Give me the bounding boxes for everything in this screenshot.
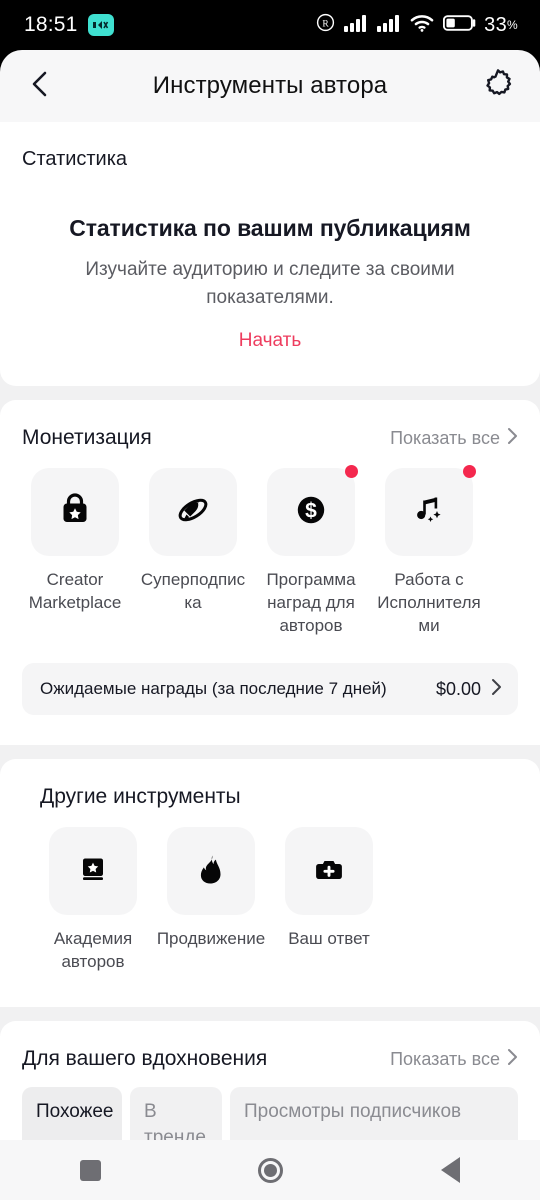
page-title: Инструменты автора: [152, 72, 388, 99]
inspiration-section: Для вашего вдохновения Показать все Похо…: [0, 1021, 540, 1140]
other-tools-item-label: Продвижение: [156, 929, 266, 948]
expected-rewards-label: Ожидаемые награды (за последние 7 дней): [40, 679, 387, 698]
mute-badge-icon: [87, 14, 114, 36]
camera-plus-icon: [308, 848, 350, 895]
phone-screen: 18:51 R 33% Инструменты автора Статистик…: [0, 0, 540, 1200]
other-tools-section: Другие инструменты Академия авторов Прод…: [0, 759, 540, 1007]
statistics-label: Статистика: [22, 148, 128, 170]
triangle-left-icon: [440, 1157, 460, 1183]
gear-icon: [481, 67, 515, 106]
monetization-show-all-button[interactable]: Показать все: [390, 427, 518, 450]
inspiration-show-all-label: Показать все: [390, 1048, 500, 1069]
square-icon: [79, 1159, 101, 1181]
chevron-right-icon: [507, 427, 518, 450]
monetization-show-all-label: Показать все: [390, 427, 500, 448]
app-header: Инструменты автора: [0, 50, 540, 122]
home-button[interactable]: [225, 1140, 315, 1200]
page-content: Статистика Статистика по вашим публикаци…: [0, 122, 540, 1140]
rewards-wrap: Ожидаемые награды (за последние 7 дней) …: [0, 637, 540, 745]
other-tools-item-promotion[interactable]: Продвижение: [152, 827, 270, 973]
chevron-right-icon: [491, 678, 502, 701]
section-divider: [0, 745, 540, 759]
other-tools-header: Другие инструменты: [0, 759, 540, 809]
monetization-item-label: Программа наград для авторов: [266, 570, 356, 635]
tile: [285, 827, 373, 915]
inspiration-show-all-button[interactable]: Показать все: [390, 1048, 518, 1071]
monetization-item-rewards-program[interactable]: $ Программа наград для авторов: [252, 465, 370, 637]
status-bar-left: 18:51: [24, 13, 114, 37]
section-divider: [0, 386, 540, 400]
expected-rewards-row[interactable]: Ожидаемые награды (за последние 7 дней) …: [22, 663, 518, 715]
circle-icon: [257, 1157, 283, 1183]
shopping-bag-star-icon: [54, 489, 96, 536]
dollar-coin-icon: $: [290, 489, 332, 536]
notification-dot: [345, 465, 358, 478]
android-nav-bar: [0, 1140, 540, 1200]
start-statistics-link[interactable]: Начать: [239, 330, 302, 352]
monetization-item-label: Работа с Исполнителями: [377, 570, 481, 635]
other-tools-item-your-answer[interactable]: Ваш ответ: [270, 827, 388, 973]
other-tools-item-label: Ваш ответ: [288, 929, 370, 948]
back-nav-button[interactable]: [405, 1140, 495, 1200]
signal-bars-icon: [344, 14, 368, 37]
status-time: 18:51: [24, 13, 78, 36]
tile: [49, 827, 137, 915]
other-tools-item-label: Академия авторов: [53, 929, 133, 971]
monetization-item-label: Суперподписка: [140, 570, 246, 612]
signal-bars-icon: [377, 14, 401, 37]
tile: [167, 827, 255, 915]
chevron-right-icon: [507, 1048, 518, 1071]
statistics-section: Статистика Статистика по вашим публикаци…: [0, 122, 540, 386]
svg-text:$: $: [305, 499, 317, 522]
svg-text:R: R: [322, 19, 329, 29]
status-bar-right: R 33%: [316, 13, 518, 37]
inspiration-chip-trending[interactable]: В тренде: [130, 1087, 222, 1140]
inspiration-chip-similar[interactable]: Похожее: [22, 1087, 122, 1140]
expected-rewards-value: $0.00: [435, 678, 481, 699]
inspiration-chip-follower-views[interactable]: Просмотры подписчиков: [230, 1087, 518, 1140]
statistics-heading: Статистика по вашим публикациям: [69, 215, 471, 241]
tile: $: [267, 465, 358, 556]
monetization-title: Монетизация: [22, 426, 152, 449]
monetization-section: Монетизация Показать все Creator Marketp…: [0, 400, 540, 745]
monetization-item-label: Creator Marketplace: [28, 570, 122, 612]
monetization-item-work-with-artists[interactable]: Работа с Исполнителями: [370, 465, 488, 637]
tile: [149, 468, 237, 556]
statistics-empty-state: Статистика по вашим публикациям Изучайте…: [0, 171, 540, 386]
flame-icon: [190, 848, 232, 895]
tile: [385, 465, 476, 556]
section-divider: [0, 1007, 540, 1021]
registered-mark-icon: R: [316, 13, 335, 37]
inspiration-chip-row: Похожее В тренде Просмотры подписчиков: [0, 1071, 540, 1140]
other-tools-item-creator-academy[interactable]: Академия авторов: [34, 827, 152, 973]
chevron-left-icon: [28, 69, 52, 104]
tile: [31, 468, 119, 556]
other-tools-title: Другие инструменты: [40, 785, 241, 808]
inspiration-title: Для вашего вдохновения: [22, 1047, 268, 1070]
monetization-header: Монетизация Показать все: [0, 400, 540, 450]
statistics-description: Изучайте аудиторию и следите за своими п…: [85, 259, 455, 308]
expected-rewards-right: $0.00: [436, 678, 502, 701]
wifi-icon: [410, 14, 434, 37]
battery-percent: 33%: [484, 13, 518, 36]
book-star-icon: [72, 848, 114, 895]
recents-button[interactable]: [45, 1140, 135, 1200]
status-bar: 18:51 R 33%: [0, 0, 540, 50]
music-note-sparkle-icon: [408, 489, 450, 536]
inspiration-header: Для вашего вдохновения Показать все: [0, 1021, 540, 1071]
battery-icon: [443, 14, 477, 37]
back-button[interactable]: [8, 50, 72, 122]
monetization-item-creator-marketplace[interactable]: Creator Marketplace: [16, 468, 134, 637]
notification-dot: [463, 465, 476, 478]
settings-button[interactable]: [466, 50, 530, 122]
monetization-item-subscription[interactable]: Суперподписка: [134, 468, 252, 637]
rocket-orbit-icon: [172, 489, 214, 536]
monetization-grid: Creator Marketplace Суперподписка $ Прог…: [0, 450, 540, 637]
other-tools-grid: Академия авторов Продвижение Ваш ответ: [0, 809, 540, 1007]
